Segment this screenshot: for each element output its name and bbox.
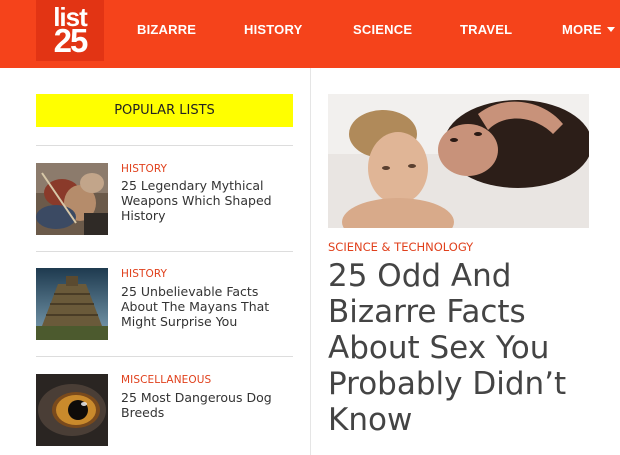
nav-history[interactable]: HISTORY xyxy=(244,22,302,37)
list-item-title[interactable]: 25 Legendary Mythical Weapons Which Shap… xyxy=(121,178,293,223)
feature-title[interactable]: 25 Odd And Bizarre Facts About Sex You P… xyxy=(328,258,598,438)
nav-more-menu[interactable]: MORE xyxy=(562,22,615,37)
list-item-title[interactable]: 25 Most Dangerous Dog Breeds xyxy=(121,390,293,420)
feature-category[interactable]: SCIENCE & TECHNOLOGY xyxy=(328,240,473,254)
nav-science[interactable]: SCIENCE xyxy=(353,22,412,37)
divider xyxy=(36,145,293,146)
logo-line-2: 25 xyxy=(53,22,89,59)
site-header: list 25 BIZARRE HISTORY SCIENCE TRAVEL M… xyxy=(0,0,620,68)
nav-more-label: MORE xyxy=(562,22,602,37)
battle-painting-thumbnail[interactable] xyxy=(36,163,108,235)
couple-photo-feature-image[interactable] xyxy=(328,94,589,228)
divider xyxy=(36,251,293,252)
dog-eye-thumbnail[interactable] xyxy=(36,374,108,446)
popular-lists-heading: POPULAR LISTS xyxy=(36,94,293,127)
list-item-category[interactable]: HISTORY xyxy=(121,163,167,175)
nav-bizarre[interactable]: BIZARRE xyxy=(137,22,196,37)
chevron-down-icon xyxy=(606,27,615,32)
column-divider xyxy=(310,68,311,455)
list-item-title[interactable]: 25 Unbelievable Facts About The Mayans T… xyxy=(121,284,293,329)
site-logo[interactable]: list 25 xyxy=(36,0,104,61)
nav-travel[interactable]: TRAVEL xyxy=(460,22,512,37)
divider xyxy=(36,356,293,357)
list-item-category[interactable]: HISTORY xyxy=(121,268,167,280)
mayan-pyramid-thumbnail[interactable] xyxy=(36,268,108,340)
list-item-category[interactable]: MISCELLANEOUS xyxy=(121,374,211,386)
